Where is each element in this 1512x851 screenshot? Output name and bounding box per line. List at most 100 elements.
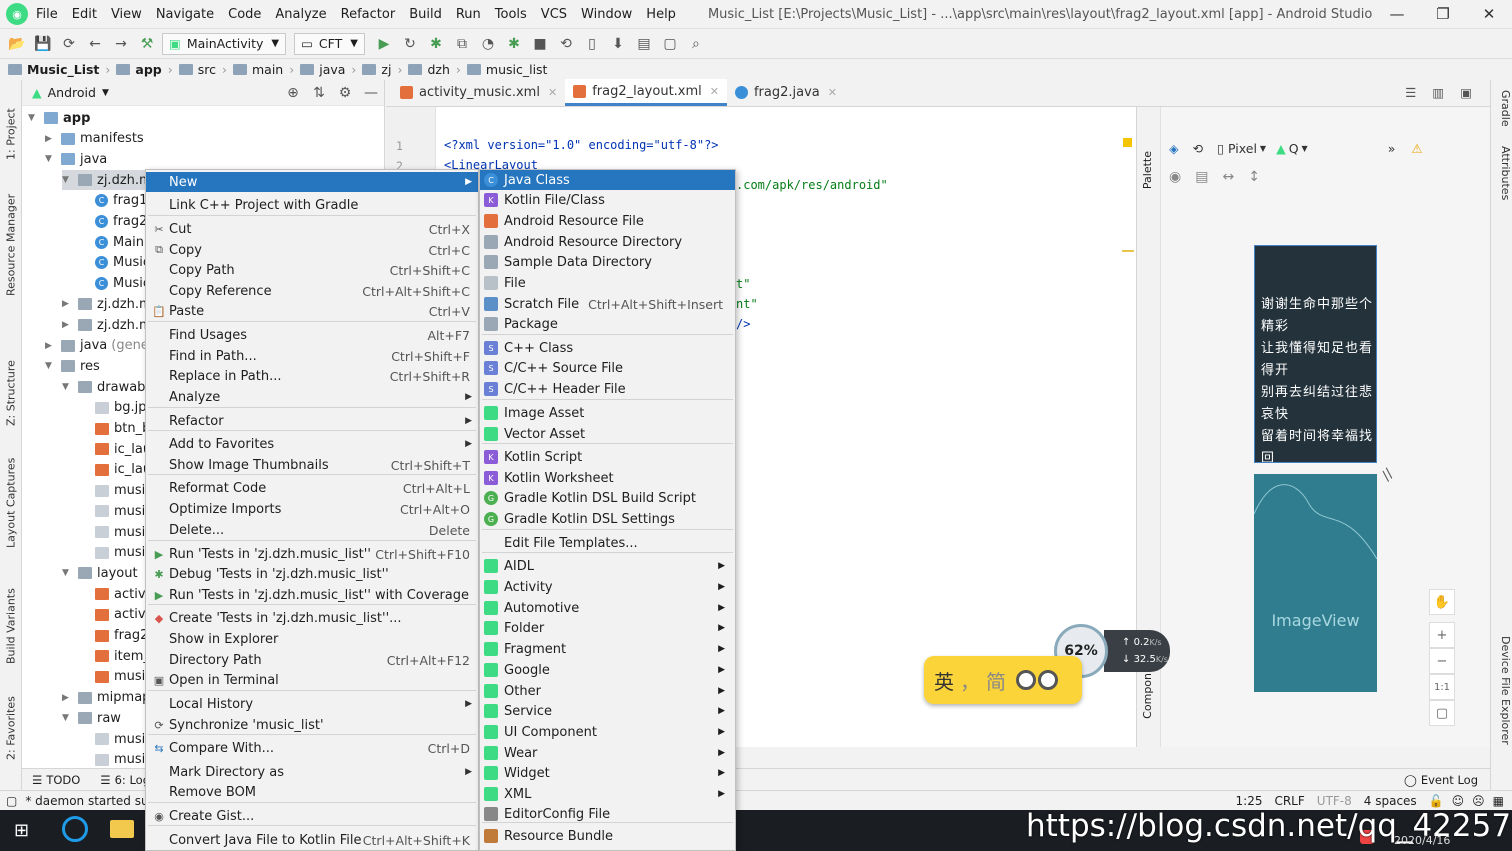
submenu-item-c-class[interactable]: S C++ Class — [480, 338, 735, 358]
tab-frag2-layout-xml[interactable]: frag2_layout.xml ✕ — [565, 79, 727, 106]
submenu-item-ui-component[interactable]: UI Component ▶ — [480, 722, 735, 742]
tab-device-file-explorer[interactable]: Device File Explorer — [1494, 636, 1512, 745]
api-select[interactable]: Q — [1289, 141, 1299, 156]
ime-toolbar[interactable]: 英 ， 简 — [924, 656, 1082, 704]
close-icon[interactable]: ✕ — [548, 86, 557, 99]
menu-item-mark-directory-as[interactable]: Mark Directory as ▶ — [146, 762, 478, 782]
preview-screen-1[interactable]: 谢谢生命中那些个精彩 让我懂得知足也看得开 别再去纠结过往悲哀快 留着时间将幸福… — [1254, 245, 1377, 463]
submenu-item-google[interactable]: Google ▶ — [480, 660, 735, 680]
tab-todo[interactable]: TODO — [46, 773, 80, 787]
breadcrumb-item[interactable]: Music_List › — [8, 62, 110, 77]
submenu-item-gradle-kotlin-dsl-settings[interactable]: G Gradle Kotlin DSL Settings — [480, 509, 735, 529]
tree-item[interactable]: btn_b — [79, 419, 150, 439]
indent-setting[interactable]: 4 spaces — [1364, 794, 1417, 808]
submenu-item-c-c-header-file[interactable]: S C/C++ Header File — [480, 379, 735, 399]
menu-item-link-c-project-with-gradle[interactable]: Link C++ Project with Gradle — [146, 195, 478, 215]
tree-item[interactable]: Cfrag2 — [79, 212, 147, 232]
tree-item[interactable]: music — [79, 501, 152, 521]
menu-item-find-in-path[interactable]: Find in Path... Ctrl+Shift+F — [146, 346, 478, 366]
tab-component-tree[interactable]: Compon — [1141, 673, 1154, 719]
line-separator[interactable]: CRLF — [1274, 794, 1304, 808]
breadcrumb-item[interactable]: java › — [300, 62, 356, 77]
chevron-down-icon[interactable]: ▼ — [1260, 144, 1266, 153]
tree-item[interactable]: frag2 — [79, 626, 148, 646]
tree-item[interactable]: activi — [79, 584, 149, 604]
menu-item-add-to-favorites[interactable]: Add to Favorites ▶ — [146, 434, 478, 454]
tree-item[interactable]: ic_lau — [79, 439, 151, 459]
tree-item[interactable]: music — [79, 729, 152, 749]
expand-down-icon[interactable]: ▼ — [45, 361, 57, 371]
submenu-item-java-class[interactable]: C Java Class — [480, 170, 735, 190]
tab-attributes[interactable]: Attributes — [1494, 146, 1512, 200]
gear-icon[interactable]: ⚙ — [332, 85, 358, 101]
tab-resource-manager[interactable]: Resource Manager — [2, 186, 20, 296]
layout-inspector-icon[interactable]: ▢ — [659, 33, 681, 55]
preview-screen-2[interactable]: ImageView — [1254, 474, 1377, 692]
submenu-item-folder[interactable]: Folder ▶ — [480, 618, 735, 638]
menu-item-show-in-explorer[interactable]: Show in Explorer — [146, 629, 478, 649]
menu-item-run-tests-in-zj-dzh-music-list[interactable]: ▶ Run 'Tests in 'zj.dzh.music_list'' Ctrl+… — [146, 544, 478, 564]
submenu-item-kotlin-script[interactable]: K Kotlin Script — [480, 447, 735, 467]
menu-run[interactable]: Run — [456, 7, 481, 22]
file-explorer-icon[interactable] — [110, 820, 134, 838]
caret-position[interactable]: 1:25 — [1236, 794, 1263, 808]
tab-event-log[interactable]: Event Log — [1421, 773, 1478, 787]
project-view-select[interactable]: Android — [48, 85, 96, 100]
menu-tools[interactable]: Tools — [495, 7, 527, 22]
attach-debugger-icon[interactable]: ⧉ — [451, 33, 473, 55]
menu-item-cut[interactable]: ✂ Cut Ctrl+X — [146, 219, 478, 239]
tree-item[interactable]: bg.jp — [79, 398, 147, 418]
tab-frag2-java[interactable]: frag2.java ✕ — [727, 79, 845, 106]
tree-item[interactable]: Cfrag1 — [79, 191, 147, 211]
breadcrumb-item[interactable]: music_list — [466, 62, 547, 77]
debug-icon[interactable]: ✱ — [425, 33, 447, 55]
expand-down-icon[interactable]: ▼ — [62, 175, 74, 185]
stop-icon[interactable]: ■ — [529, 33, 551, 55]
smile-icon[interactable]: ☺ — [1452, 794, 1465, 808]
menu-item-convert-java-file-to-kotlin-file[interactable]: Convert Java File to Kotlin File Ctrl+Alt… — [146, 830, 478, 850]
breadcrumb-item[interactable]: zj › — [362, 62, 402, 77]
resize-h-icon[interactable]: ↔ — [1222, 169, 1234, 185]
resize-handle-icon[interactable]: // — [1379, 466, 1397, 484]
tree-item[interactable]: music — [79, 750, 152, 770]
expand-down-icon[interactable]: ▼ — [62, 713, 74, 723]
sdk-manager-icon[interactable]: ⬇ — [607, 33, 629, 55]
menu-item-replace-in-path[interactable]: Replace in Path... Ctrl+Shift+R — [146, 366, 478, 386]
tree-item[interactable]: music — [79, 543, 152, 563]
search-icon[interactable]: ⌕ — [685, 33, 707, 55]
tree-item[interactable]: music — [79, 667, 152, 687]
submenu-item-android-resource-file[interactable]: Android Resource File — [480, 211, 735, 231]
restore-icon[interactable]: ❐ — [1420, 0, 1466, 28]
save-all-icon[interactable]: 💾 — [32, 33, 54, 55]
submenu-item-sample-data-directory[interactable]: Sample Data Directory — [480, 252, 735, 272]
menu-edit[interactable]: Edit — [72, 7, 97, 22]
submenu-item-kotlin-file-class[interactable]: K Kotlin File/Class — [480, 190, 735, 210]
menu-file[interactable]: File — [36, 7, 58, 22]
lock-icon[interactable]: 🔓 — [1429, 794, 1444, 808]
pan-icon[interactable]: ✋ — [1429, 589, 1455, 615]
menu-item-refactor[interactable]: Refactor ▶ — [146, 411, 478, 431]
zoom-in-icon[interactable]: + — [1429, 622, 1455, 648]
avd-manager-icon[interactable]: ▯ — [581, 33, 603, 55]
browser-icon[interactable] — [62, 816, 88, 842]
device-select[interactable]: Pixel — [1228, 141, 1257, 156]
submenu-item-xml[interactable]: XML ▶ — [480, 784, 735, 804]
tree-item[interactable]: item_ — [79, 646, 150, 666]
submenu-item-service[interactable]: Service ▶ — [480, 701, 735, 721]
tree-item[interactable]: ▼ layout — [62, 563, 138, 583]
menu-item-directory-path[interactable]: Directory Path Ctrl+Alt+F12 — [146, 650, 478, 670]
submenu-item-scratch-file[interactable]: Scratch File Ctrl+Alt+Shift+Insert — [480, 294, 735, 314]
tree-item[interactable]: ▼ app — [28, 108, 90, 128]
apply-changes-icon[interactable]: ↻ — [399, 33, 421, 55]
chevron-down-icon[interactable]: ▼ — [1302, 144, 1308, 153]
profile-icon[interactable]: ◔ — [477, 33, 499, 55]
menu-item-local-history[interactable]: Local History ▶ — [146, 694, 478, 714]
menu-code[interactable]: Code — [228, 7, 261, 22]
project-structure-icon[interactable]: ▤ — [633, 33, 655, 55]
menu-item-paste[interactable]: 📋 Paste Ctrl+V — [146, 301, 478, 321]
run-icon[interactable]: ▶ — [373, 33, 395, 55]
split-view-icon[interactable]: ▥ — [1432, 85, 1444, 100]
tree-item[interactable]: ▼ raw — [62, 708, 121, 728]
tab-palette[interactable]: Palette — [1141, 151, 1154, 189]
tab-gradle[interactable]: Gradle — [1494, 90, 1512, 127]
